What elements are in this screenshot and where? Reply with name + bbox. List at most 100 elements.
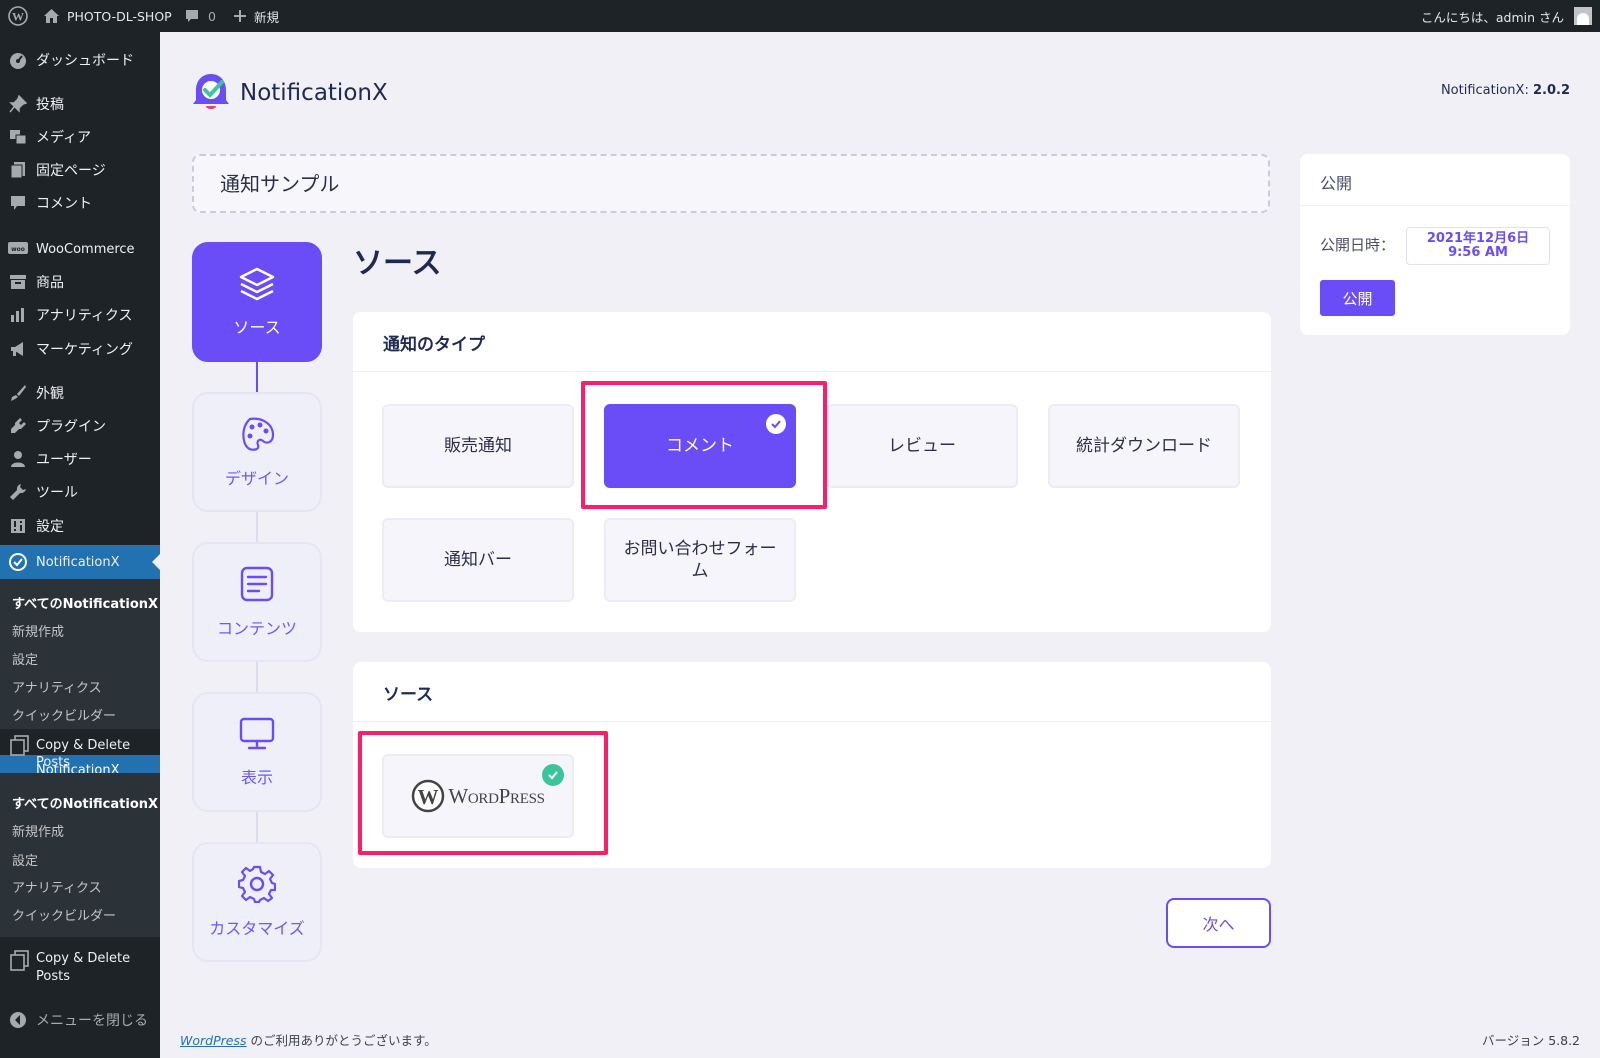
notificationx-submenu: すべてのNotificationX 新規作成 設定 アナリティクス クイックビル… xyxy=(0,579,160,729)
sidebar-item-label: Copy & Delete xyxy=(36,951,131,966)
step-customize[interactable]: カスタマイズ xyxy=(192,842,322,962)
submenu-item-new[interactable]: 新規作成 xyxy=(12,821,64,840)
publish-button[interactable]: 公開 xyxy=(1320,280,1395,316)
monitor-icon xyxy=(238,716,276,764)
wrench-icon xyxy=(0,483,36,501)
sidebar-item-products[interactable]: 商品 xyxy=(0,266,160,298)
collapse-label: メニューを閉じる xyxy=(36,1013,148,1029)
step-design[interactable]: デザイン xyxy=(192,392,322,512)
comment-bubble-icon xyxy=(184,8,200,24)
publish-date-field[interactable]: 2021年12月6日 9:56 AM xyxy=(1406,227,1550,265)
submenu-item-all[interactable]: すべてのNotificationX xyxy=(12,593,158,612)
wordpress-logo-icon[interactable]: W xyxy=(8,0,28,32)
highlight-box-source xyxy=(358,731,608,855)
sidebar-item-notificationx[interactable]: NotificationX xyxy=(0,545,160,579)
notificationx-submenu-duplicate: すべてのNotificationX 新規作成 設定 アナリティクス クイックビル… xyxy=(0,773,160,937)
sidebar-item-label: 固定ページ xyxy=(36,163,106,179)
page-icon xyxy=(0,161,36,179)
woo-icon: woo xyxy=(0,242,36,256)
sidebar-item-copy-delete-posts[interactable]: NotificationX Copy & Delete Posts xyxy=(0,729,160,773)
brand-name: NotificationX xyxy=(240,80,388,106)
step-label: カスタマイズ xyxy=(209,919,305,938)
archive-icon xyxy=(0,274,36,290)
type-option-contact-form[interactable]: お問い合わせフォーム xyxy=(604,518,796,602)
svg-text:W: W xyxy=(12,10,24,24)
sidebar-item-copy-delete-posts-2[interactable]: Copy & Delete Posts xyxy=(0,944,160,988)
type-option-notification-bar[interactable]: 通知バー xyxy=(382,518,574,602)
sidebar-item-posts[interactable]: 投稿 xyxy=(0,88,160,120)
sidebar-item-woocommerce[interactable]: woo WooCommerce xyxy=(0,233,160,265)
comment-icon xyxy=(0,194,36,212)
document-icon xyxy=(238,565,276,615)
gear-icon xyxy=(237,865,277,915)
sidebar-item-label: ユーザー xyxy=(36,452,92,468)
sidebar-item-settings[interactable]: 設定 xyxy=(0,510,160,542)
settings-icon xyxy=(0,518,36,534)
sidebar-item-comments[interactable]: コメント xyxy=(0,187,160,219)
sidebar-item-label: プラグイン xyxy=(36,419,106,435)
avatar[interactable] xyxy=(1574,0,1592,32)
publish-title: 公開 xyxy=(1300,154,1570,206)
next-button[interactable]: 次へ xyxy=(1166,898,1271,948)
sidebar-item-label: 設定 xyxy=(36,519,64,535)
sidebar-item-pages[interactable]: 固定ページ xyxy=(0,154,160,186)
step-connector xyxy=(256,362,258,392)
dashboard-icon xyxy=(0,50,36,70)
step-connector xyxy=(256,512,258,542)
sidebar-item-label: Posts xyxy=(36,969,70,984)
step-display[interactable]: 表示 xyxy=(192,692,322,812)
sidebar-item-appearance[interactable]: 外観 xyxy=(0,377,160,409)
layers-icon xyxy=(238,266,276,314)
type-option-sales[interactable]: 販売通知 xyxy=(382,404,574,488)
submenu-item-all[interactable]: すべてのNotificationX xyxy=(12,793,158,812)
admin-bar: W PHOTO-DL-SHOP 0 新規 こんにちは、admin さん xyxy=(0,0,1600,32)
publish-date-label: 公開日時： xyxy=(1320,236,1396,254)
type-option-reviews[interactable]: レビュー xyxy=(826,404,1018,488)
submenu-item-analytics[interactable]: アナリティクス xyxy=(12,677,102,696)
sidebar-item-label: Posts xyxy=(36,755,70,770)
sidebar-item-label: メディア xyxy=(36,130,92,146)
notificationx-logo-icon xyxy=(190,70,232,116)
submenu-item-settings[interactable]: 設定 xyxy=(12,850,38,869)
submenu-item-settings[interactable]: 設定 xyxy=(12,649,38,668)
sidebar-item-label: ダッシュボード xyxy=(36,53,134,69)
comments-link[interactable]: 0 xyxy=(184,0,216,32)
footer-version: バージョン 5.8.2 xyxy=(1481,1033,1580,1048)
publish-box: 公開 公開日時： 2021年12月6日 9:56 AM 公開 xyxy=(1300,154,1570,335)
sidebar-item-users[interactable]: ユーザー xyxy=(0,443,160,475)
type-option-download-stats[interactable]: 統計ダウンロード xyxy=(1048,404,1240,488)
submenu-item-quick-builder[interactable]: クイックビルダー xyxy=(12,905,116,924)
sidebar-item-label: WooCommerce xyxy=(36,241,135,257)
sidebar-item-media[interactable]: メディア xyxy=(0,121,160,153)
step-content[interactable]: コンテンツ xyxy=(192,542,322,662)
sidebar-item-dashboard[interactable]: ダッシュボード xyxy=(0,44,160,76)
collapse-menu-button[interactable]: メニューを閉じる xyxy=(0,1004,160,1036)
publish-time: 9:56 AM xyxy=(1448,245,1508,260)
sidebar-item-label: NotificationX xyxy=(36,554,120,570)
sidebar-item-marketing[interactable]: マーケティング xyxy=(0,333,160,365)
comments-count: 0 xyxy=(208,8,216,24)
site-home-link[interactable]: PHOTO-DL-SHOP xyxy=(43,0,172,32)
sidebar-item-tools[interactable]: ツール xyxy=(0,476,160,508)
submenu-item-quick-builder[interactable]: クイックビルダー xyxy=(12,705,116,724)
sidebar-item-plugins[interactable]: プラグイン xyxy=(0,410,160,442)
brush-icon xyxy=(0,384,36,402)
wordpress-link[interactable]: WordPress xyxy=(180,1033,246,1048)
step-source[interactable]: ソース xyxy=(192,242,322,362)
sidebar-item-label: 商品 xyxy=(36,275,64,291)
site-name: PHOTO-DL-SHOP xyxy=(67,8,172,24)
notification-title-input[interactable]: 通知サンプル xyxy=(192,154,1270,213)
sidebar-item-label: コメント xyxy=(36,196,92,212)
version-label: NotificationX: xyxy=(1440,83,1529,98)
step-label: デザイン xyxy=(224,469,289,488)
submenu-item-new[interactable]: 新規作成 xyxy=(12,621,64,640)
submenu-item-analytics[interactable]: アナリティクス xyxy=(12,877,102,896)
svg-text:woo: woo xyxy=(11,246,25,253)
sidebar-item-label: 投稿 xyxy=(36,97,64,113)
account-greeting[interactable]: こんにちは、admin さん xyxy=(1421,0,1564,32)
new-content-link[interactable]: 新規 xyxy=(233,0,279,32)
sidebar-item-label: アナリティクス xyxy=(36,308,133,324)
sidebar-item-analytics[interactable]: アナリティクス xyxy=(0,299,160,331)
collapse-icon xyxy=(0,1011,36,1029)
sidebar-item-label: ツール xyxy=(36,485,78,501)
